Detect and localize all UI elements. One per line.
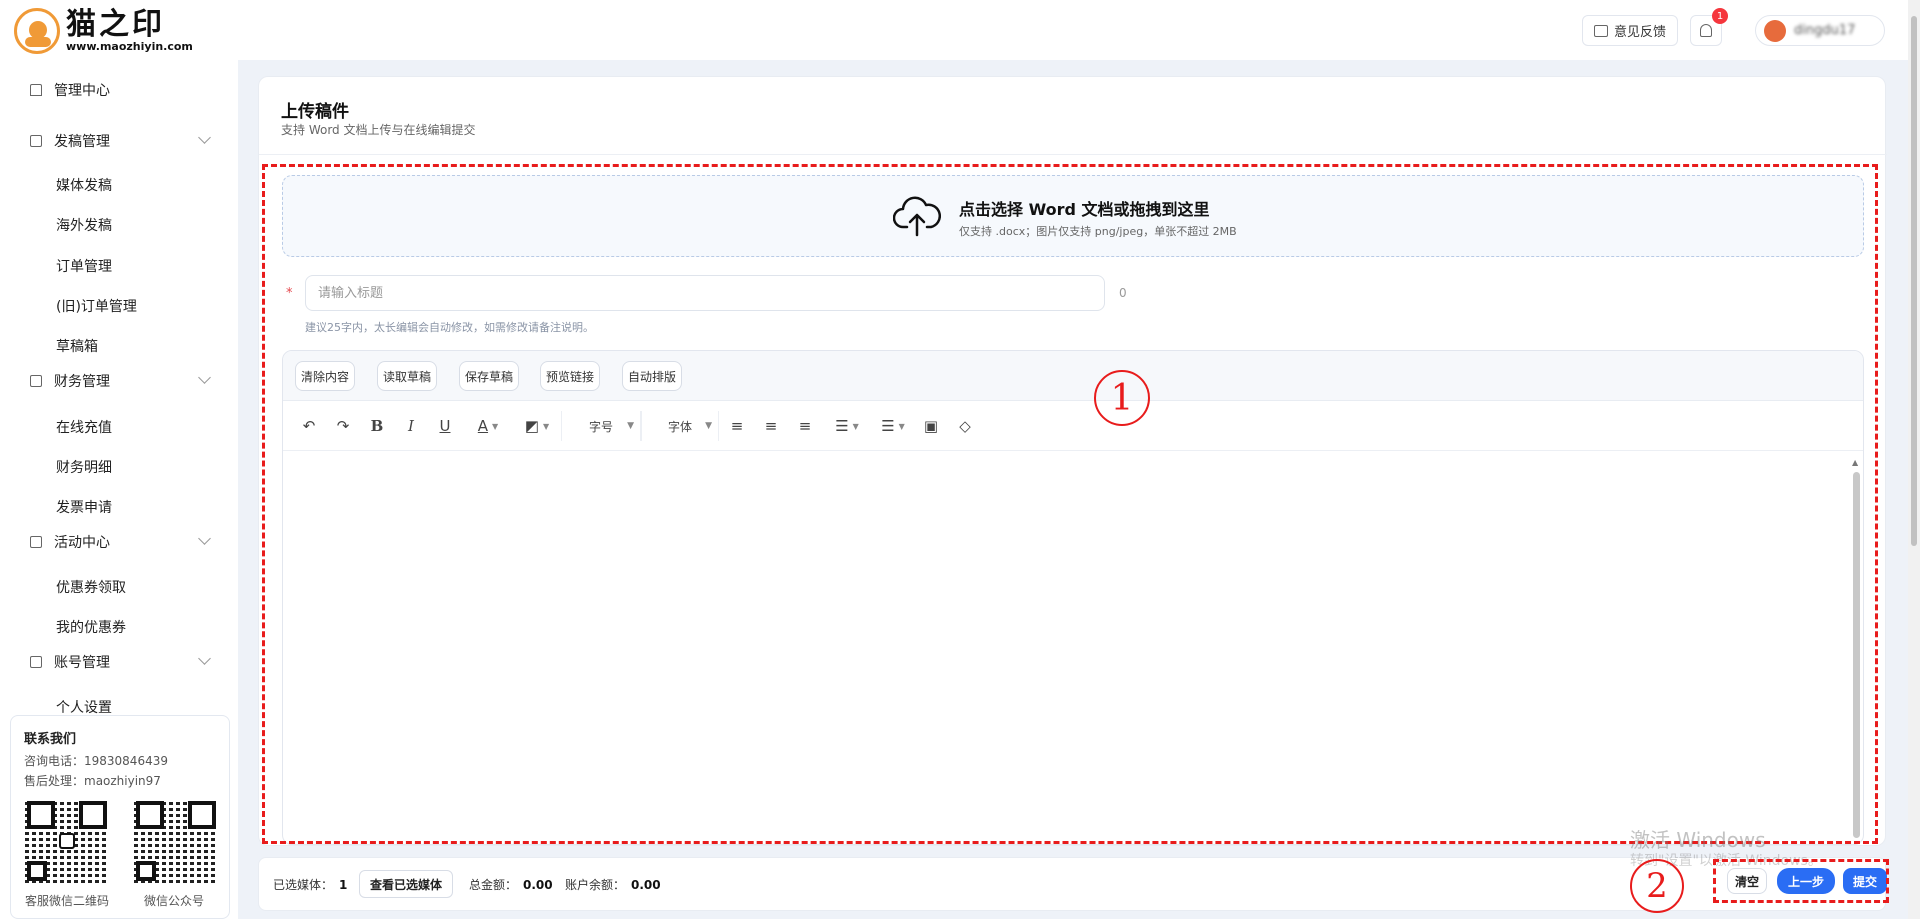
sidebar-item-account[interactable]: 账号管理 — [0, 645, 238, 679]
sidebar-item-label: 账号管理 — [54, 655, 110, 671]
page-scrollbar[interactable] — [1908, 0, 1920, 919]
username: dingdu17 — [1794, 23, 1856, 38]
chevron-down-icon — [198, 532, 211, 545]
wechat-official-qr-code — [134, 799, 218, 883]
total-amount-label: 总金额： 0.00 — [469, 878, 553, 892]
sidebar-subitem-overseas-publish[interactable]: 海外发稿 — [56, 215, 112, 235]
qr-caption-official: 微信公众号 — [144, 894, 205, 908]
annotation-box-1 — [262, 164, 1878, 844]
balance-value: 0.00 — [631, 878, 661, 892]
home-icon — [30, 84, 42, 96]
sidebar-subitem-media-publish[interactable]: 媒体发稿 — [56, 175, 112, 195]
avatar — [1764, 19, 1786, 42]
selected-media-count: 1 — [339, 878, 348, 892]
document-icon — [30, 135, 42, 147]
sidebar-subitem-invoice[interactable]: 发票申请 — [56, 497, 112, 517]
page-title: 上传稿件 — [281, 102, 349, 122]
sidebar-subitem-old-orders[interactable]: (旧)订单管理 — [56, 296, 137, 316]
sidebar-item-activities[interactable]: 活动中心 — [0, 525, 238, 559]
annotation-marker-2: 2 — [1630, 859, 1684, 913]
cat-logo-icon — [14, 8, 60, 54]
logo[interactable]: 猫之印 www.maozhiyin.com — [14, 8, 193, 54]
chevron-down-icon — [198, 131, 211, 144]
sidebar-subitem-claim-coupons[interactable]: 优惠券领取 — [56, 577, 126, 597]
sidebar-subitem-recharge[interactable]: 在线充值 — [56, 417, 112, 437]
contact-panel: 联系我们 咨询电话：19830846439 售后处理：maozhiyin97 客… — [10, 715, 230, 919]
sidebar-item-label: 活动中心 — [54, 535, 110, 551]
selected-media-label: 已选媒体： 1 — [273, 878, 348, 892]
annotation-box-2 — [1713, 859, 1889, 903]
logo-title: 猫之印 — [66, 7, 165, 42]
sidebar-subitem-finance-details[interactable]: 财务明细 — [56, 457, 112, 477]
logo-url: www.maozhiyin.com — [66, 40, 193, 53]
wechat-service-qr-code — [25, 799, 109, 883]
sidebar-item-label: 财务管理 — [54, 374, 110, 390]
sidebar-subitem-orders[interactable]: 订单管理 — [56, 256, 112, 276]
balance-label: 账户余额： 0.00 — [565, 878, 661, 892]
sidebar-item-publishing[interactable]: 发稿管理 — [0, 124, 238, 158]
view-selected-media-button[interactable]: 查看已选媒体 — [359, 870, 453, 898]
sidebar-item-dashboard[interactable]: 管理中心 — [0, 73, 238, 107]
total-amount-value: 0.00 — [523, 878, 553, 892]
sidebar-subitem-drafts[interactable]: 草稿箱 — [56, 336, 98, 356]
account-icon — [30, 656, 42, 668]
contact-after-sales: 售后处理：maozhiyin97 — [24, 774, 161, 788]
chevron-down-icon — [198, 652, 211, 665]
annotation-marker-1: 1 — [1094, 370, 1150, 426]
calendar-icon — [30, 536, 42, 548]
feedback-button[interactable]: 意见反馈 — [1582, 15, 1678, 46]
message-icon — [1593, 24, 1608, 37]
contact-phone: 咨询电话：19830846439 — [24, 754, 168, 768]
windows-activation-watermark: 激活 Windows — [1630, 828, 1766, 852]
wallet-icon — [30, 375, 42, 387]
sidebar-subitem-my-coupons[interactable]: 我的优惠券 — [56, 617, 126, 637]
feedback-label: 意见反馈 — [1613, 25, 1666, 40]
sidebar-subitem-settings[interactable]: 个人设置 — [56, 697, 112, 717]
sidebar-item-finance[interactable]: 财务管理 — [0, 364, 238, 398]
qr-caption-service: 客服微信二维码 — [25, 894, 110, 908]
bell-icon — [1700, 24, 1712, 37]
notification-badge: 1 — [1712, 8, 1728, 24]
contact-title: 联系我们 — [24, 732, 77, 747]
sidebar-item-label: 发稿管理 — [54, 134, 110, 150]
top-header: 猫之印 www.maozhiyin.com 意见反馈 1 dingdu17 — [0, 0, 1908, 60]
user-menu[interactable]: dingdu17 — [1755, 15, 1885, 46]
sidebar-item-label: 管理中心 — [54, 83, 110, 99]
divider — [259, 154, 1887, 155]
page-subtitle: 支持 Word 文档上传与在线编辑提交 — [281, 123, 476, 137]
page-scrollbar-thumb[interactable] — [1911, 16, 1917, 546]
chevron-down-icon — [198, 371, 211, 384]
